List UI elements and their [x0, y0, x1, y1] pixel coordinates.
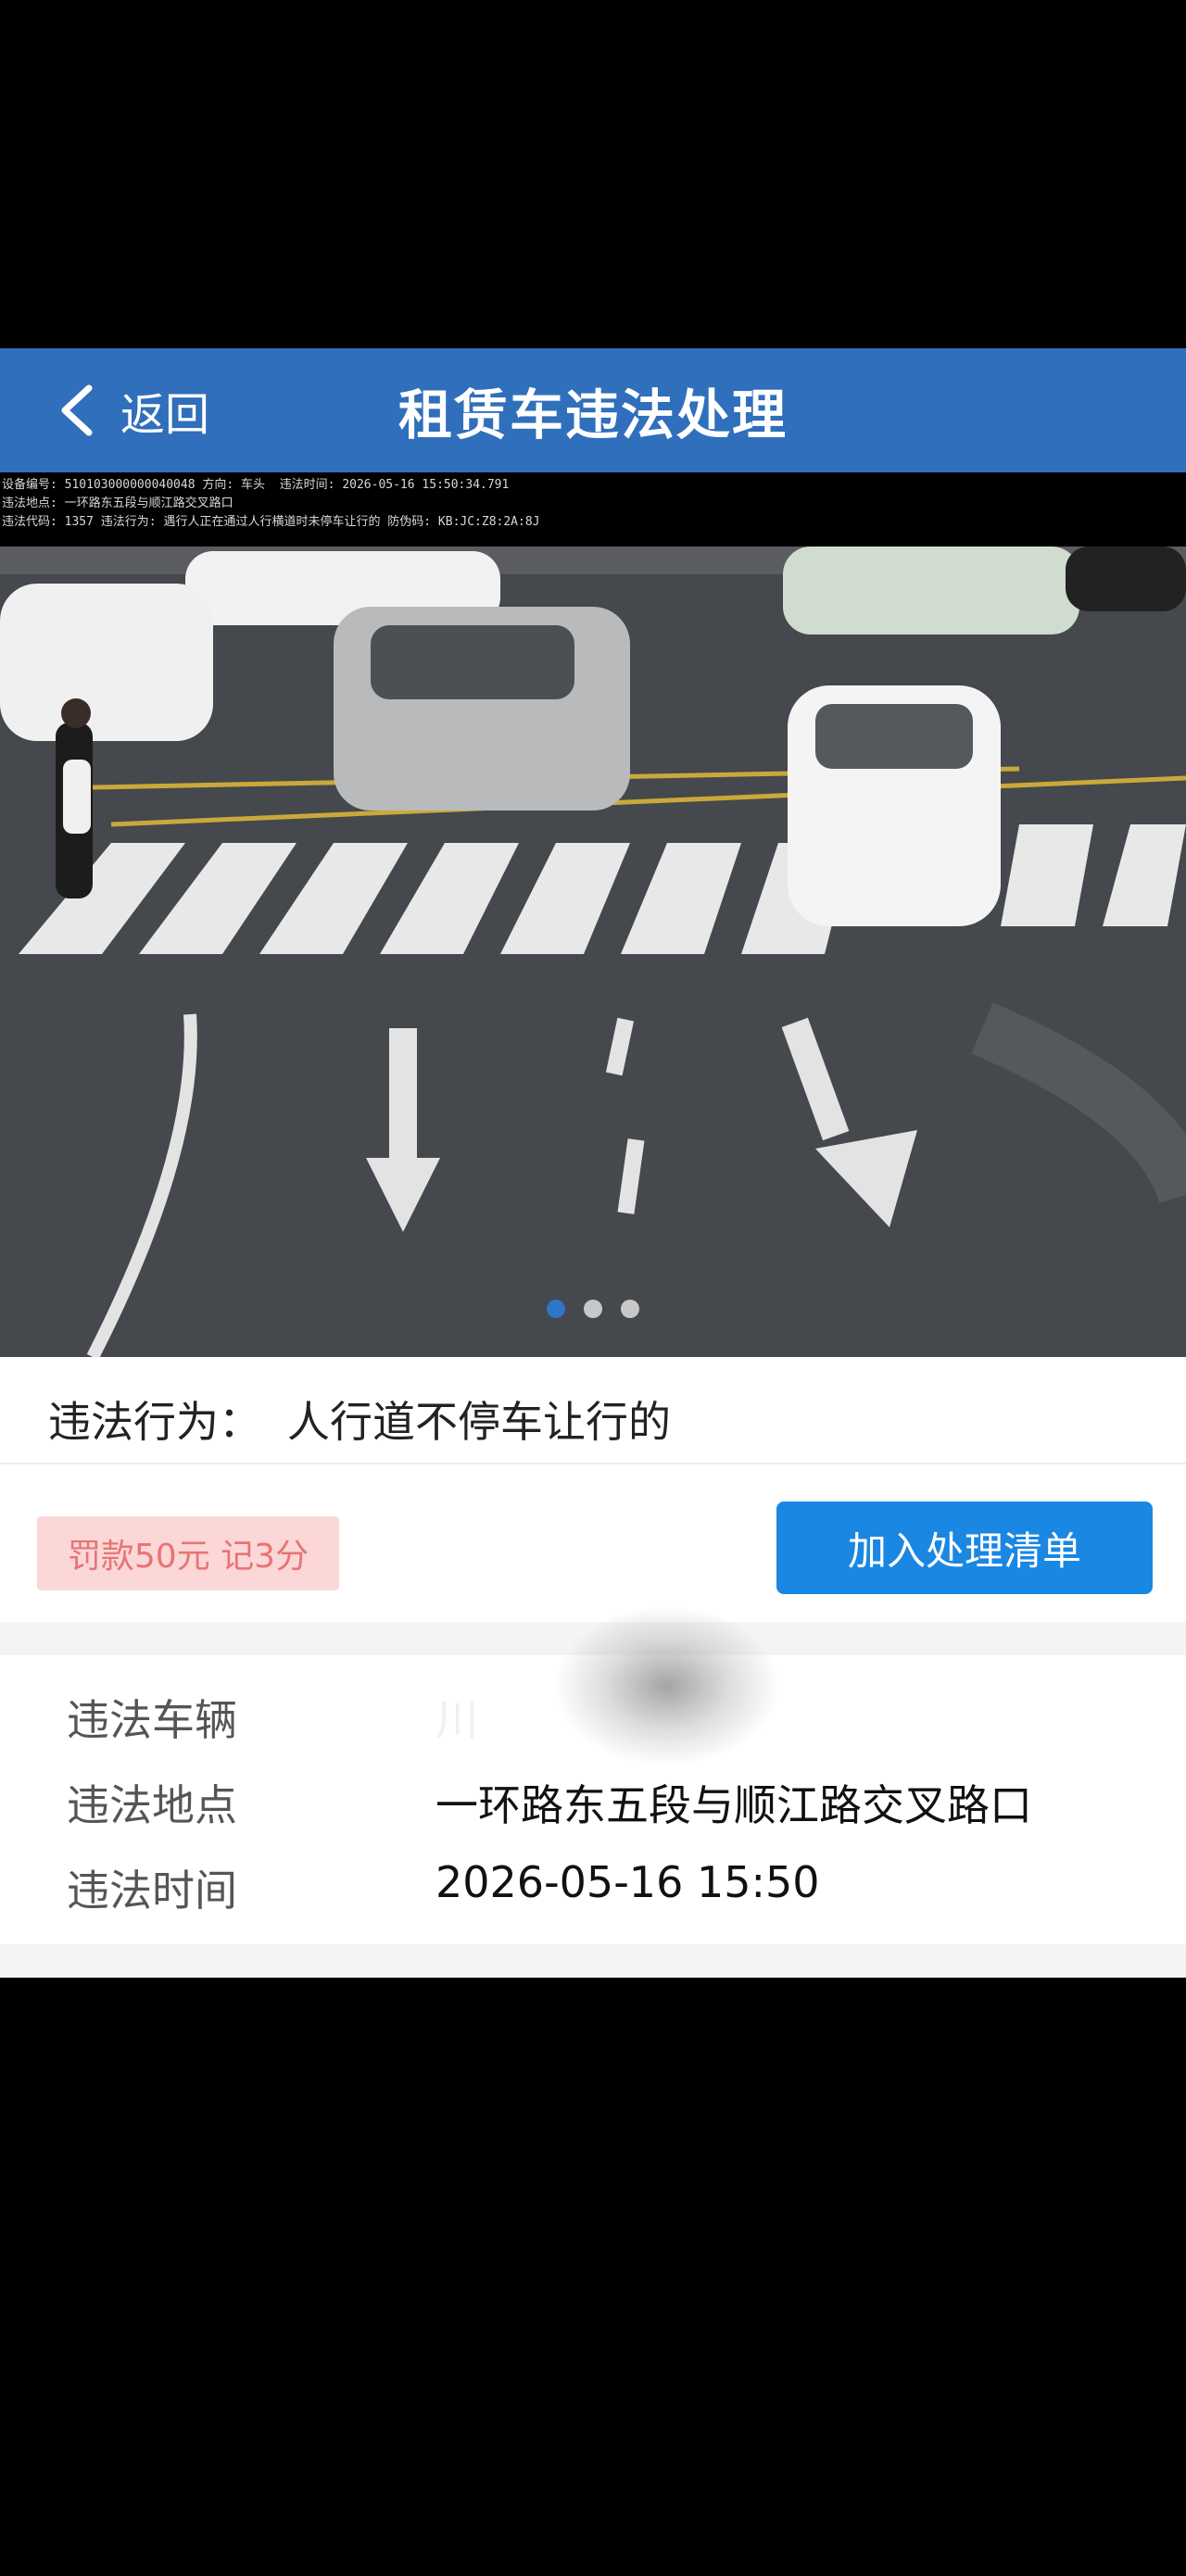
add-to-list-button[interactable]: 加入处理清单: [776, 1502, 1153, 1594]
carousel-dot[interactable]: [584, 1300, 602, 1318]
chevron-left-icon: [61, 384, 93, 436]
watermark-line: 违法地点: 一环路东五段与顺江路交叉路口: [2, 496, 233, 510]
violation-behavior-value: 人行道不停车让行的: [287, 1397, 671, 1447]
carousel-dot[interactable]: [621, 1300, 639, 1318]
watermark-line: 违法代码: 1357 违法行为: 遇行人正在通过人行横道时未停车让行的 防伪码:…: [2, 515, 540, 529]
carousel-pagination: [0, 1300, 1186, 1318]
violation-photo: [0, 547, 1186, 1357]
detail-row-time: 违法时间 2026-05-16 15:50: [0, 1842, 1186, 1926]
violation-info-panel: 违法行为： 人行道不停车让行的 罚款50元 记3分 加入处理清单 违法车辆 川 …: [0, 1357, 1186, 1978]
location-label: 违法地点: [67, 1780, 237, 1830]
detail-row-vehicle: 违法车辆 川: [0, 1607, 1186, 1765]
plate-redaction-blur: [556, 1607, 778, 1765]
fine-points-badge: 罚款50元 记3分: [37, 1516, 339, 1590]
back-button[interactable]: 返回: [56, 369, 209, 452]
status-area-black: [0, 0, 1186, 348]
time-label: 违法时间: [67, 1866, 237, 1916]
violation-details: 违法车辆 川 违法地点 一环路东五段与顺江路交叉路口 违法时间 2026-05-…: [0, 1607, 1186, 1944]
time-value: 2026-05-16 15:50: [435, 1857, 820, 1907]
violation-behavior-label: 违法行为：: [48, 1397, 261, 1447]
vehicle-label: 违法车辆: [67, 1695, 237, 1745]
watermark-line: 设备编号: 510103000000040048 方向: 车头 违法时间: 20…: [2, 478, 510, 492]
location-value: 一环路东五段与顺江路交叉路口: [435, 1780, 1032, 1830]
violation-behavior-row: 违法行为： 人行道不停车让行的: [0, 1357, 1186, 1464]
action-row: 罚款50元 记3分 加入处理清单: [0, 1464, 1186, 1622]
violation-photo-carousel[interactable]: 设备编号: 510103000000040048 方向: 车头 违法时间: 20…: [0, 472, 1186, 1357]
carousel-dot[interactable]: [547, 1300, 565, 1318]
back-label: 返回: [120, 389, 210, 441]
detail-row-location: 违法地点 一环路东五段与顺江路交叉路口: [0, 1757, 1186, 1841]
vehicle-plate-value: 川: [435, 1695, 478, 1745]
nav-header: 租赁车违法处理 返回: [0, 348, 1186, 472]
photo-watermark: 设备编号: 510103000000040048 方向: 车头 违法时间: 20…: [0, 472, 1186, 547]
bottom-black-area: [0, 1978, 1186, 2576]
